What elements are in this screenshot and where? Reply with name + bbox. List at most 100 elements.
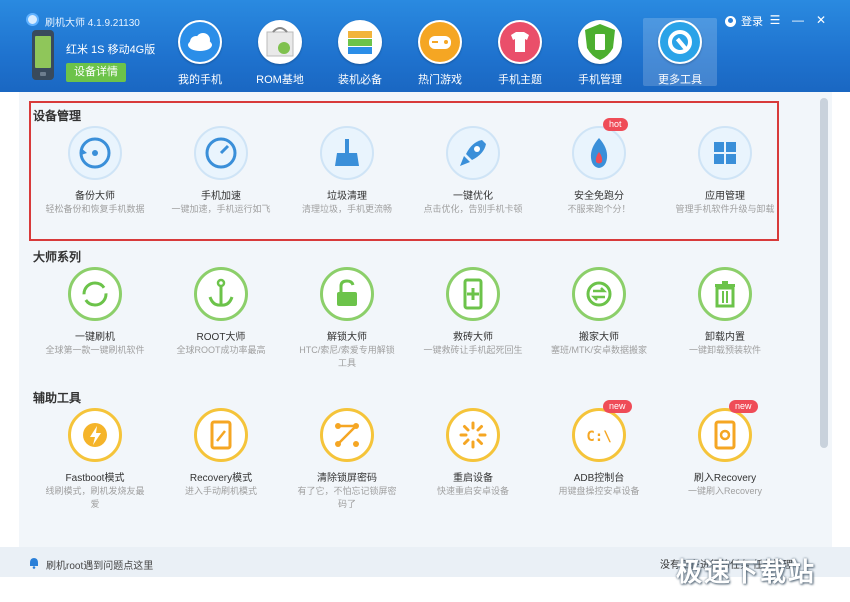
tool-unbrick-master[interactable]: 救砖大师 一键救砖让手机起死回生 [410, 267, 536, 387]
hot-badge: hot [603, 118, 628, 131]
cloud-icon [178, 20, 222, 64]
tool-migrate-master[interactable]: 搬家大师 塞班/MTK/安卓数据搬家 [536, 267, 662, 387]
tab-more-tools[interactable]: 更多工具 [643, 18, 717, 86]
tool-desc: 快速重启安卓设备 [436, 486, 509, 496]
tool-name: 垃圾清理 [327, 191, 367, 202]
tool-junk-clean[interactable]: 垃圾清理 清理垃圾，手机更流畅 [284, 126, 410, 246]
tool-name: ROOT大师 [196, 332, 246, 343]
tool-name: 手机加速 [201, 191, 241, 202]
tool-name: 一键刷机 [75, 332, 115, 343]
tool-fastboot-mode[interactable]: Fastboot模式 线刷模式，刷机发烧友最爱 [32, 408, 158, 528]
tool-app-manage[interactable]: 应用管理 管理手机软件升级与卸载 [662, 126, 788, 246]
tool-desc: 用键盘操控安卓设备 [558, 486, 640, 496]
unlock-icon [320, 267, 374, 321]
tool-backup-master[interactable]: 备份大师 轻松备份和恢复手机数据 [32, 126, 158, 246]
speedometer-icon [194, 126, 248, 180]
device-detail-button[interactable]: 设备详情 [66, 63, 126, 82]
tool-phone-speedup[interactable]: 手机加速 一键加速，手机运行如飞 [158, 126, 284, 246]
tool-one-click-optimize[interactable]: 一键优化 点击优化，告别手机卡顿 [410, 126, 536, 246]
svg-text:C:\: C:\ [586, 429, 611, 445]
tool-reboot-device[interactable]: 重启设备 快速重启安卓设备 [410, 408, 536, 528]
spinner-icon [446, 408, 500, 462]
tshirt-icon [498, 20, 542, 64]
login-label: 登录 [741, 16, 763, 28]
tool-desc: 一键救砖让手机起死回生 [423, 345, 523, 355]
tool-desc: 一键加速，手机运行如飞 [171, 204, 271, 214]
tool-flash-recovery[interactable]: new 刷入Recovery 一键刷入Recovery [662, 400, 788, 528]
tool-one-click-flash[interactable]: 一键刷机 全球第一款一键刷机软件 [32, 267, 158, 387]
bell-icon [30, 558, 38, 569]
tool-name: 清除锁屏密码 [317, 473, 377, 484]
broom-icon [320, 126, 374, 180]
close-button[interactable]: ✕ [813, 12, 829, 28]
tool-name: 安全免跑分 [574, 191, 624, 202]
section-title-master-series: 大师系列 [33, 250, 82, 264]
rom-bag-icon [258, 20, 302, 64]
flash-recovery-icon [698, 408, 752, 462]
tool-desc: 一键卸载预装软件 [688, 345, 761, 355]
tablet-icon [194, 408, 248, 462]
tool-desc: 线刷模式，刷机发烧友最爱 [45, 486, 145, 509]
tool-desc: 轻松备份和恢复手机数据 [45, 204, 145, 214]
refresh-icon [68, 267, 122, 321]
phone-plus-icon [446, 267, 500, 321]
tab-label: 热门游戏 [418, 74, 462, 86]
shield-phone-icon [578, 20, 622, 64]
device-name: 红米 1S 移动4G版 [66, 44, 156, 56]
gamepad-icon [418, 20, 462, 64]
tab-rom-base[interactable]: ROM基地 [243, 18, 317, 86]
tool-name: 卸载内置 [705, 332, 745, 343]
tool-uninstall-builtin[interactable]: 卸载内置 一键卸载预装软件 [662, 267, 788, 387]
tab-label: 手机主题 [498, 74, 542, 86]
new-badge: new [603, 400, 632, 413]
tool-recovery-mode[interactable]: Recovery模式 进入手动刷机模式 [158, 408, 284, 528]
tool-desc: 全球ROOT成功率最高 [176, 345, 266, 355]
app-window: 刷机大师 4.1.9.21130 登录 ☰ — ✕ 红米 1S 移动4G版 设备… [0, 0, 850, 602]
pattern-lock-icon [320, 408, 374, 462]
tool-name: Fastboot模式 [65, 473, 125, 484]
trash-icon [698, 267, 752, 321]
tool-name: 应用管理 [705, 191, 745, 202]
tool-desc: 进入手动刷机模式 [184, 486, 257, 496]
apps-stack-icon [338, 20, 382, 64]
tab-hot-games[interactable]: 热门游戏 [403, 18, 477, 86]
tool-desc: 有了它，不怕忘记锁屏密码了 [297, 486, 397, 509]
tab-label: ROM基地 [256, 74, 304, 86]
minimize-button[interactable]: — [790, 12, 806, 28]
lightning-icon [68, 408, 122, 462]
rocket-icon [446, 126, 500, 180]
tab-essentials[interactable]: 装机必备 [323, 18, 397, 86]
scrollbar[interactable] [820, 98, 828, 448]
tab-label: 装机必备 [338, 74, 382, 86]
backup-icon [68, 126, 122, 180]
new-badge: new [729, 400, 758, 413]
tab-label: 更多工具 [658, 74, 702, 86]
flame-icon [572, 126, 626, 180]
tool-name: 备份大师 [75, 191, 115, 202]
tool-desc: 全球第一款一键刷机软件 [45, 345, 145, 355]
tool-name: Recovery模式 [189, 473, 253, 484]
tool-unlock-master[interactable]: 解锁大师 HTC/索尼/索爱专用解锁工具 [284, 267, 410, 387]
menu-button[interactable]: ☰ [767, 12, 783, 28]
tool-name: 搬家大师 [579, 332, 619, 343]
tab-phone-manage[interactable]: 手机管理 [563, 18, 637, 86]
tool-name: ADB控制台 [573, 473, 625, 484]
app-logo-icon [26, 13, 39, 26]
tab-label: 手机管理 [578, 74, 622, 86]
anchor-icon [194, 267, 248, 321]
tool-safe-benchmark[interactable]: hot 安全免跑分 不服来跑个分！ [536, 118, 662, 246]
help-link[interactable]: 刷机root遇到问题点这里 [46, 557, 153, 572]
user-icon [725, 15, 736, 27]
gear-tools-icon [658, 20, 702, 64]
login-link[interactable]: 登录 [725, 13, 763, 29]
tab-phone-theme[interactable]: 手机主题 [483, 18, 557, 86]
section-title-aux-tools: 辅助工具 [33, 391, 82, 405]
tool-name: 重启设备 [453, 473, 493, 484]
tool-clear-lock-password[interactable]: 清除锁屏密码 有了它，不怕忘记锁屏密码了 [284, 408, 410, 528]
tool-desc: 塞班/MTK/安卓数据搬家 [551, 345, 647, 355]
app-grid-icon [698, 126, 752, 180]
tab-my-phone[interactable]: 我的手机 [163, 18, 237, 86]
tool-adb-console[interactable]: C:\ new ADB控制台 用键盘操控安卓设备 [536, 400, 662, 528]
tool-name: 解锁大师 [327, 332, 367, 343]
tool-root-master[interactable]: ROOT大师 全球ROOT成功率最高 [158, 267, 284, 387]
